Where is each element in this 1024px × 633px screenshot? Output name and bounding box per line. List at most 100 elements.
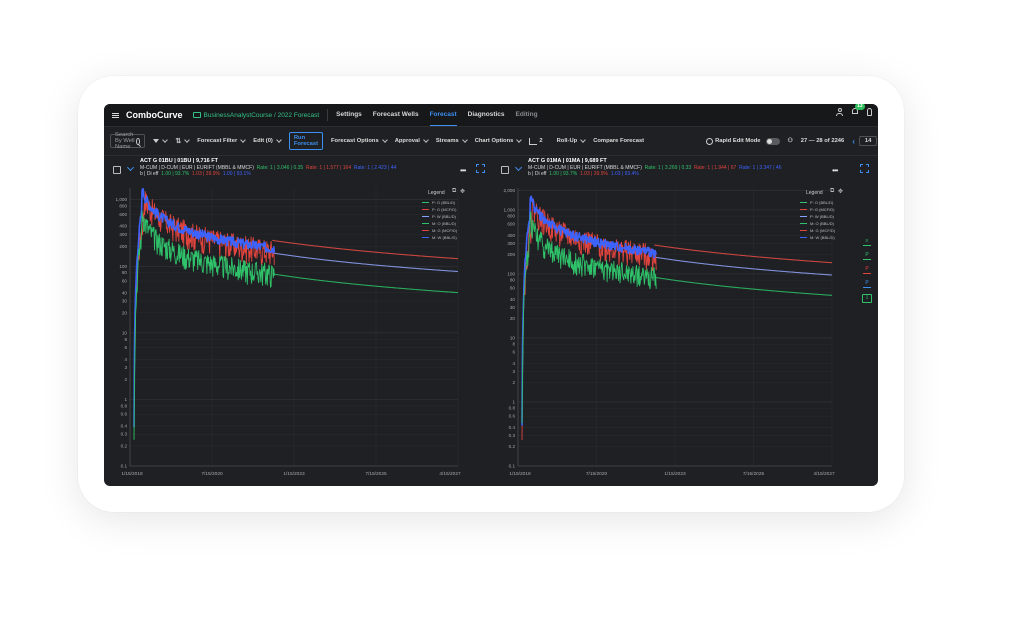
well-select-checkbox[interactable] bbox=[501, 166, 509, 174]
chart-icon bbox=[529, 137, 538, 145]
approval-menu[interactable]: Approval bbox=[395, 137, 429, 144]
streams-menu[interactable]: Streams bbox=[436, 137, 468, 144]
nav-forecast-wells[interactable]: Forecast Wells bbox=[373, 104, 419, 126]
well-select-checkbox[interactable] bbox=[113, 166, 121, 174]
panel-header: ACT G 01MA | 01MA | 9,689 FT M-CUM | D-C… bbox=[492, 156, 876, 180]
legend-item[interactable]: P: W (BBL/D) bbox=[422, 214, 456, 219]
legend-item[interactable]: P: O (BBL/D) bbox=[800, 200, 833, 205]
y-tick-label: 400 bbox=[119, 224, 127, 229]
user-icon[interactable] bbox=[836, 107, 843, 116]
user-edit-icon[interactable]: ⚇ bbox=[788, 138, 793, 144]
y-tick-label: 10 bbox=[510, 335, 516, 340]
legend-item[interactable]: P: O (BBL/D) bbox=[422, 200, 455, 205]
hamburger-menu-icon[interactable] bbox=[108, 104, 122, 126]
legend-item[interactable]: M: W (BBL/D) bbox=[800, 235, 835, 240]
y-tick-label: 1 bbox=[124, 397, 127, 402]
more-options-icon[interactable]: ••• bbox=[832, 166, 838, 175]
legend-item[interactable]: M: W (BBL/D) bbox=[422, 235, 457, 240]
edit-menu[interactable]: Edit (0) bbox=[253, 137, 282, 144]
rapid-edit-toggle[interactable] bbox=[765, 137, 780, 145]
legend-swatch bbox=[422, 201, 429, 204]
water-forecast-line bbox=[654, 256, 832, 276]
run-forecast-button[interactable]: Run Forecast bbox=[288, 132, 324, 150]
collapse-chevron-icon[interactable] bbox=[126, 163, 135, 172]
nav-settings[interactable]: Settings bbox=[336, 104, 362, 126]
nav-forecast[interactable]: Forecast bbox=[429, 104, 457, 126]
forecast-options-menu[interactable]: Forecast Options bbox=[331, 137, 388, 144]
legend-item[interactable]: M: G (MCF/D) bbox=[800, 228, 835, 233]
y-tick-label: 0.2 bbox=[121, 443, 128, 448]
expand-icon[interactable] bbox=[476, 164, 485, 173]
search-icon bbox=[136, 137, 141, 145]
x-tick-label: 7/15/2025 bbox=[365, 471, 387, 477]
legend-item[interactable]: M: G (MCF/D) bbox=[422, 228, 457, 233]
water-summary: Rate: 1 | 2.423 | 44 bbox=[353, 164, 397, 171]
page-number-input[interactable]: 14 bbox=[858, 136, 878, 146]
legend-item[interactable]: P: W (BBL/D) bbox=[800, 214, 834, 219]
y-tick-label: 30 bbox=[122, 299, 128, 304]
legend-label: M: G (MCF/D) bbox=[432, 228, 458, 233]
x-tick-label: 4/15/2027 bbox=[439, 471, 461, 477]
prev-page-arrow[interactable]: ‹ bbox=[852, 137, 855, 146]
x-tick-label: 7/15/2025 bbox=[743, 471, 765, 477]
y-tick-label: 1,000 bbox=[116, 197, 128, 202]
folder-icon bbox=[192, 112, 201, 118]
oil-tool-icon[interactable]: ≡ bbox=[863, 238, 871, 246]
nav-diagnostics[interactable]: Diagnostics bbox=[468, 104, 505, 126]
legend-item[interactable]: P: G (MCF/D) bbox=[800, 207, 834, 212]
legend-move-icon[interactable]: ✥ bbox=[838, 188, 843, 195]
roll-up-menu[interactable]: Roll-Up bbox=[557, 137, 587, 144]
water-summary: Rate: 1 | 3.347 | 46 bbox=[739, 164, 782, 171]
y-tick-label: 80 bbox=[122, 270, 128, 275]
y-tick-label: 0.3 bbox=[121, 432, 128, 437]
oil-stream-icon[interactable]: P bbox=[863, 252, 871, 260]
sort-dropdown[interactable]: ⇅ bbox=[175, 137, 191, 145]
y-tick-label: 1 bbox=[512, 399, 515, 404]
y-tick-label: 60 bbox=[510, 286, 516, 291]
charts-per-page[interactable]: 2 bbox=[529, 137, 543, 145]
collapse-chevron-icon[interactable] bbox=[514, 163, 523, 172]
y-tick-label: 0.6 bbox=[509, 414, 516, 419]
info-icon bbox=[706, 137, 714, 145]
export-icon[interactable]: ⇩ bbox=[862, 294, 872, 303]
y-tick-label: 10 bbox=[122, 330, 128, 335]
legend-item[interactable]: P: G (MCF/D) bbox=[422, 207, 456, 212]
x-tick-label: 1/15/2018 bbox=[509, 471, 531, 477]
legend-label: P: O (BBL/D) bbox=[810, 200, 834, 205]
well-summary: ACT G 01BU | 01BU | 9,716 FT M-CUM | D-C… bbox=[140, 158, 396, 178]
project-breadcrumb[interactable]: BusinessAnalystCourse / 2022 Forecast bbox=[192, 111, 320, 119]
y-tick-label: 0.8 bbox=[121, 403, 128, 408]
decline-header: b | Di eff bbox=[528, 171, 547, 177]
gas-stream-icon[interactable]: P bbox=[863, 266, 871, 274]
notifications-bell-icon[interactable]: 13 bbox=[851, 104, 865, 116]
y-tick-label: 2 bbox=[124, 377, 127, 382]
compare-forecast-button[interactable]: Compare Forecast bbox=[593, 138, 644, 144]
expand-icon[interactable] bbox=[860, 164, 869, 173]
rapid-edit-mode[interactable]: Rapid Edit Mode bbox=[706, 137, 780, 145]
y-tick-label: 8 bbox=[124, 337, 127, 342]
legend-label: P: G (MCF/D) bbox=[810, 207, 835, 212]
forecast-filter-menu[interactable]: Forecast Filter bbox=[197, 137, 247, 144]
legend-label: M: W (BBL/D) bbox=[810, 235, 835, 240]
legend-copy-icon[interactable]: ⧉ bbox=[830, 188, 834, 195]
y-tick-label: 4 bbox=[512, 361, 515, 366]
app-brand[interactable]: ComboCurve bbox=[126, 110, 183, 120]
project-path: BusinessAnalystCourse / 2022 Forecast bbox=[203, 111, 320, 119]
legend-move-icon[interactable]: ✥ bbox=[460, 188, 465, 195]
legend-copy-icon[interactable]: ⧉ bbox=[452, 188, 456, 195]
more-options-icon[interactable]: ••• bbox=[460, 166, 466, 175]
y-tick-label: 0.1 bbox=[509, 464, 516, 469]
well-search-input[interactable]: Search By Well Name bbox=[110, 132, 146, 150]
chart-options-menu[interactable]: Chart Options bbox=[475, 137, 523, 144]
legend-item[interactable]: M: O (BBL/D) bbox=[422, 221, 456, 226]
legend-item[interactable]: M: O (BBL/D) bbox=[800, 221, 834, 226]
water-stream-icon[interactable]: P bbox=[863, 280, 871, 288]
filter-dropdown[interactable] bbox=[153, 137, 169, 144]
filter-icon bbox=[153, 138, 160, 144]
panel-header: ACT G 01BU | 01BU | 9,716 FT M-CUM | D-C… bbox=[104, 156, 488, 180]
y-tick-label: 200 bbox=[119, 244, 127, 249]
oil-decline: 1.00 | 93.7% bbox=[549, 171, 578, 177]
app-window: ComboCurve BusinessAnalystCourse / 2022 … bbox=[104, 104, 878, 486]
nav-editing[interactable]: Editing bbox=[516, 104, 538, 126]
lightbulb-icon[interactable] bbox=[867, 107, 872, 116]
